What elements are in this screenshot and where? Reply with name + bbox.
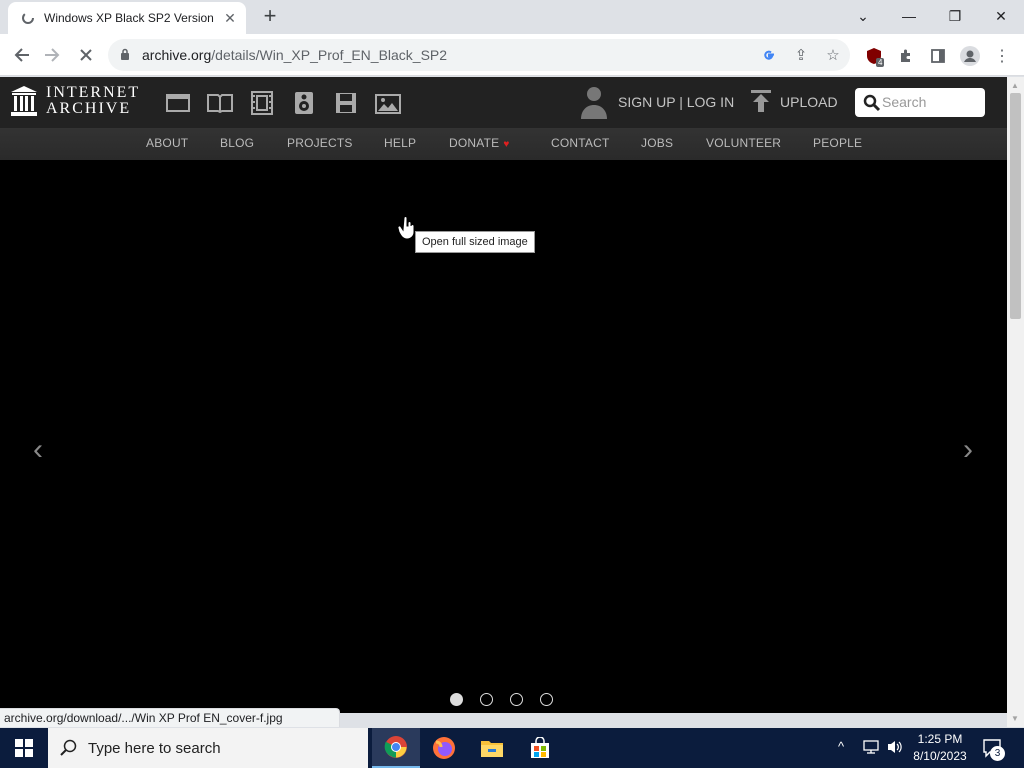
extensions-puzzle-icon[interactable] (896, 46, 916, 66)
notification-count-badge: 3 (990, 746, 1005, 761)
forward-button[interactable] (40, 43, 64, 67)
extension-badge: 4 (876, 58, 885, 67)
tab-title: Windows XP Black SP2 Version 7 (44, 11, 216, 25)
upload-link[interactable]: UPLOAD (780, 94, 838, 110)
search-icon (863, 94, 881, 117)
images-icon[interactable] (375, 90, 401, 116)
browser-toolbar: archive.org/details/Win_XP_Prof_EN_Black… (0, 34, 1024, 76)
search-icon (60, 739, 77, 756)
taskbar-clock[interactable]: 1:25 PM 8/10/2023 (910, 731, 970, 765)
nav-donate-label: DONATE (449, 136, 500, 150)
ia-header: INTERNET ARCHIVE SIGN UP | LOG IN UPLOAD (0, 77, 1007, 128)
side-panel-icon[interactable] (928, 46, 948, 66)
nav-volunteer[interactable]: VOLUNTEER (706, 136, 781, 150)
chrome-menu-icon[interactable]: ⋮ (992, 46, 1012, 66)
carousel-next-icon[interactable]: › (958, 433, 978, 467)
network-icon[interactable] (862, 739, 880, 758)
user-avatar-icon[interactable] (580, 85, 608, 124)
google-lens-icon[interactable] (760, 46, 778, 64)
scroll-down-icon[interactable]: ▼ (1011, 714, 1019, 723)
image-carousel[interactable]: ‹ › Open full sized image (0, 160, 1007, 713)
address-bar[interactable]: archive.org/details/Win_XP_Prof_EN_Black… (108, 39, 850, 71)
video-film-icon[interactable] (249, 90, 275, 116)
file-explorer-taskbar-icon[interactable] (468, 728, 516, 768)
scroll-up-icon[interactable]: ▲ (1011, 81, 1019, 90)
nav-jobs[interactable]: JOBS (641, 136, 673, 150)
windows-start-icon[interactable] (0, 728, 48, 768)
taskbar-search-box[interactable]: Type here to search (48, 728, 368, 768)
back-button[interactable] (10, 43, 34, 67)
software-floppy-icon[interactable] (333, 90, 359, 116)
texts-book-icon[interactable] (207, 90, 233, 116)
web-icon[interactable] (165, 90, 191, 116)
carousel-dot[interactable] (450, 693, 463, 706)
logo-line2: ARCHIVE (46, 100, 132, 117)
carousel-dot[interactable] (510, 693, 523, 706)
ia-nav-bar: ABOUT BLOG PROJECTS HELP DONATE ♥ CONTACT… (0, 128, 1007, 160)
nav-projects[interactable]: PROJECTS (287, 136, 353, 150)
carousel-prev-icon[interactable]: ‹ (28, 433, 48, 467)
tab-strip: Windows XP Black SP2 Version 7 ✕ + ⌄ — ❐… (0, 0, 1024, 34)
minimize-button[interactable]: — (886, 0, 932, 32)
ia-logo[interactable]: INTERNET ARCHIVE (10, 85, 140, 117)
carousel-dot[interactable] (540, 693, 553, 706)
close-window-button[interactable]: ✕ (978, 0, 1024, 32)
windows-taskbar: Type here to search ^ 1:25 PM 8/10/2023 … (0, 728, 1024, 768)
ia-search-box[interactable] (855, 88, 985, 117)
loading-favicon-icon (20, 10, 36, 26)
link-status-bubble: archive.org/download/.../Win XP Prof EN_… (0, 708, 340, 727)
volume-icon[interactable] (886, 739, 904, 758)
stop-loading-button[interactable] (74, 43, 98, 67)
image-tooltip: Open full sized image (415, 231, 535, 253)
browser-tab[interactable]: Windows XP Black SP2 Version 7 ✕ (8, 2, 246, 34)
audio-speaker-icon[interactable] (291, 90, 317, 116)
nav-donate[interactable]: DONATE ♥ (449, 136, 509, 150)
clock-date: 8/10/2023 (913, 749, 967, 763)
profile-avatar-icon[interactable] (960, 46, 980, 66)
url-text: archive.org/details/Win_XP_Prof_EN_Black… (142, 47, 448, 63)
carousel-dot[interactable] (480, 693, 493, 706)
microsoft-store-taskbar-icon[interactable] (516, 728, 564, 768)
nav-about[interactable]: ABOUT (146, 136, 188, 150)
hand-cursor-icon (397, 216, 415, 245)
page-scrollbar[interactable]: ▲ ▼ (1007, 77, 1024, 727)
tab-search-icon[interactable]: ⌄ (840, 0, 886, 32)
show-hidden-icons-icon[interactable]: ^ (838, 739, 844, 754)
share-icon[interactable]: ⇪ (792, 46, 810, 64)
ia-temple-icon (11, 86, 37, 116)
tab-close-icon[interactable]: ✕ (222, 10, 238, 26)
restore-button[interactable]: ❐ (932, 0, 978, 32)
signup-login-link[interactable]: SIGN UP | LOG IN (618, 94, 734, 110)
firefox-taskbar-icon[interactable] (420, 728, 468, 768)
chrome-taskbar-icon[interactable] (372, 728, 420, 768)
nav-contact[interactable]: CONTACT (551, 136, 610, 150)
upload-icon[interactable] (750, 89, 772, 118)
new-tab-button[interactable]: + (258, 5, 282, 29)
bookmark-star-icon[interactable]: ☆ (824, 46, 842, 64)
scroll-thumb[interactable] (1010, 93, 1021, 319)
nav-help[interactable]: HELP (384, 136, 416, 150)
taskbar-search-placeholder: Type here to search (88, 739, 221, 757)
logo-line1: INTERNET (46, 84, 141, 101)
nav-blog[interactable]: BLOG (220, 136, 254, 150)
ia-search-input[interactable] (882, 94, 980, 110)
lock-icon[interactable] (120, 48, 130, 66)
clock-time: 1:25 PM (917, 732, 963, 746)
heart-icon: ♥ (503, 139, 510, 150)
nav-people[interactable]: PEOPLE (813, 136, 862, 150)
carousel-dots (450, 693, 553, 706)
notification-center-icon[interactable]: 3 (982, 738, 1005, 763)
